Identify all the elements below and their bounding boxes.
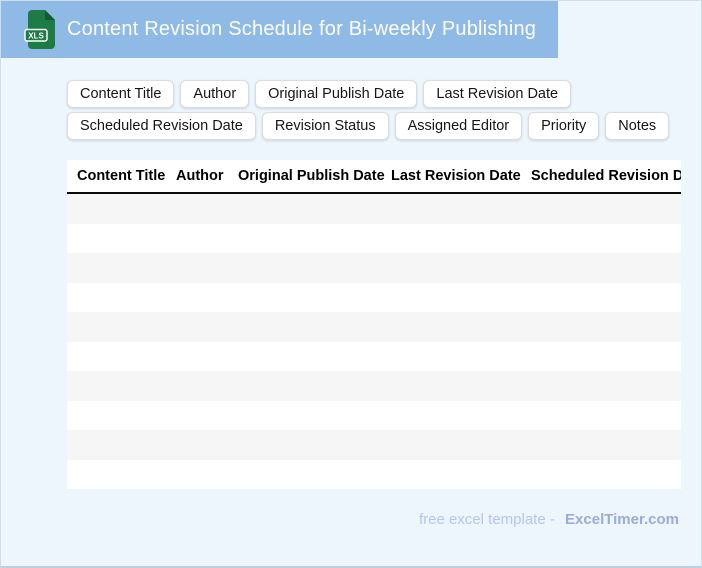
chip-author: Author bbox=[180, 80, 250, 108]
footer: free excel template - ExcelTimer.com bbox=[419, 511, 679, 528]
table-row bbox=[67, 194, 681, 224]
chip-notes: Notes bbox=[605, 112, 670, 140]
table-header-row: Content Title Author Original Publish Da… bbox=[67, 160, 681, 194]
column-header-scheduled-revision-date: Scheduled Revision Date bbox=[531, 168, 681, 184]
spreadsheet-preview-table: Content Title Author Original Publish Da… bbox=[67, 160, 681, 489]
table-row bbox=[67, 430, 681, 460]
column-header-original-publish-date: Original Publish Date bbox=[238, 168, 385, 184]
table-row bbox=[67, 371, 681, 401]
table-row bbox=[67, 459, 681, 489]
footer-free-text: free excel template - bbox=[418, 511, 555, 528]
column-header-last-revision-date: Last Revision Date bbox=[391, 168, 521, 184]
page: XLS Content Revision Schedule for Bi-wee… bbox=[0, 0, 702, 568]
field-chips-row-2: Scheduled Revision Date Revision Status … bbox=[67, 112, 670, 140]
table-row bbox=[67, 341, 681, 371]
column-header-content-title: Content Title bbox=[77, 168, 166, 184]
chip-priority: Priority bbox=[528, 112, 600, 140]
table-row bbox=[67, 223, 681, 253]
table-body bbox=[67, 194, 681, 489]
column-header-author: Author bbox=[176, 168, 224, 184]
table-row bbox=[67, 312, 681, 342]
table-row bbox=[67, 253, 681, 283]
chip-original-publish-date: Original Publish Date bbox=[255, 80, 418, 108]
chip-scheduled-revision-date: Scheduled Revision Date bbox=[67, 112, 256, 140]
chip-last-revision-date: Last Revision Date bbox=[423, 80, 572, 108]
xls-icon-label: XLS bbox=[28, 32, 44, 41]
chip-assigned-editor: Assigned Editor bbox=[394, 112, 523, 140]
page-title: Content Revision Schedule for Bi-weekly … bbox=[67, 18, 537, 40]
chip-content-title: Content Title bbox=[67, 80, 175, 108]
header-banner: XLS Content Revision Schedule for Bi-wee… bbox=[1, 1, 558, 58]
footer-brand-link[interactable]: ExcelTimer.com bbox=[565, 511, 679, 528]
chip-revision-status: Revision Status bbox=[261, 112, 389, 140]
field-chips-row-1: Content Title Author Original Publish Da… bbox=[67, 80, 572, 108]
xls-file-icon: XLS bbox=[24, 10, 55, 49]
table-row bbox=[67, 400, 681, 430]
table-row bbox=[67, 282, 681, 312]
